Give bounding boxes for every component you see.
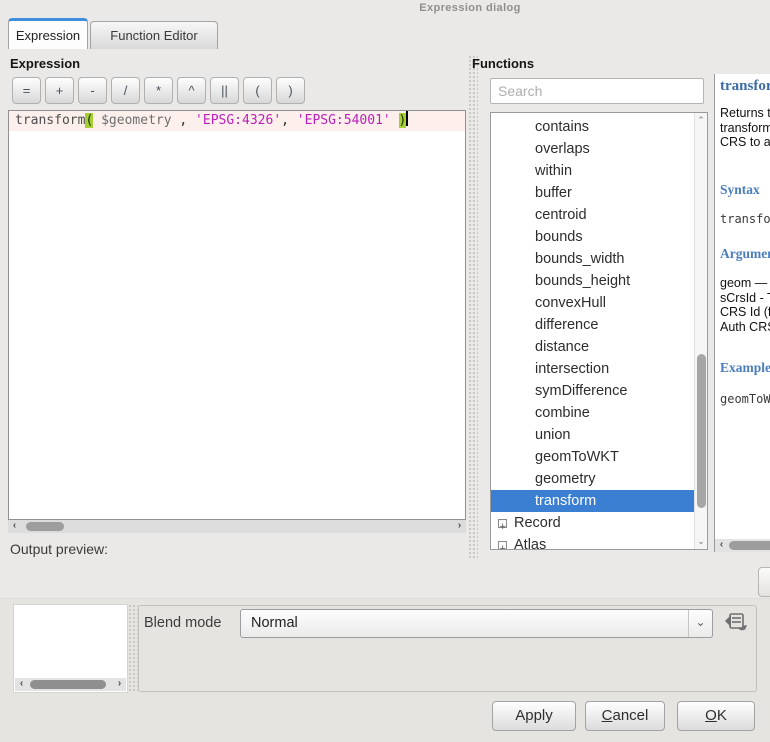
- functions-section-label: Functions: [472, 56, 534, 71]
- operator-button[interactable]: +: [45, 77, 74, 104]
- expression-code-line: transform( $geometry , 'EPSG:4326', 'EPS…: [9, 111, 465, 131]
- cancel-button[interactable]: Cancel: [585, 701, 665, 731]
- ok-button[interactable]: OK: [677, 701, 755, 731]
- function-item[interactable]: buffer: [491, 182, 694, 204]
- help-description-line: Returns the geometry: [720, 106, 770, 121]
- chevron-down-icon: ⌄: [688, 610, 712, 637]
- scroll-thumb[interactable]: [26, 522, 64, 531]
- function-item[interactable]: centroid: [491, 204, 694, 226]
- operator-button[interactable]: /: [111, 77, 140, 104]
- syntax-code: transform( geom, sourceCRS, destCRS ): [720, 212, 770, 226]
- data-defined-override-icon: [722, 610, 749, 636]
- function-item[interactable]: bounds_height: [491, 270, 694, 292]
- dialog-title: Expression dialog: [419, 2, 521, 14]
- code-token: ): [399, 113, 407, 128]
- operator-button[interactable]: ^: [177, 77, 206, 104]
- help-description-line: CRS to a destination CRS: [720, 135, 770, 150]
- function-item[interactable]: transform: [491, 490, 694, 512]
- function-item[interactable]: contains: [491, 116, 694, 138]
- scroll-thumb[interactable]: [729, 541, 770, 550]
- argument-line: CRS Id (for example an: [720, 305, 770, 320]
- scroll-left-icon[interactable]: ‹: [8, 520, 21, 533]
- syntax-heading: Syntax: [720, 182, 760, 198]
- argument-line: geom — a geometry: [720, 276, 770, 291]
- code-token: [93, 113, 101, 128]
- search-input[interactable]: [490, 78, 704, 104]
- code-token: 'EPSG:4326': [195, 113, 281, 128]
- apply-button[interactable]: Apply: [492, 701, 576, 731]
- function-item[interactable]: convexHull: [491, 292, 694, 314]
- scroll-thumb[interactable]: [30, 680, 106, 689]
- blend-mode-label: Blend mode: [144, 615, 221, 631]
- argument-line: sCrsId - The Source: [720, 291, 770, 306]
- function-item[interactable]: union: [491, 424, 694, 446]
- bottom-section: ‹ › Blend mode Normal ⌄ Apply Cancel OK: [0, 598, 770, 742]
- editor-hscrollbar[interactable]: ‹ ›: [8, 520, 466, 533]
- scroll-left-icon[interactable]: ‹: [15, 678, 28, 691]
- help-description-line: transformed from a source: [720, 121, 770, 136]
- argument-line: Auth CRS Id 'EPSG:4326'): [720, 320, 770, 335]
- scroll-left-icon[interactable]: ‹: [715, 539, 728, 552]
- help-title: transform: [720, 78, 770, 95]
- tab-function-editor[interactable]: Function Editor: [90, 21, 218, 49]
- help-hscrollbar[interactable]: ‹: [715, 539, 770, 552]
- bottom-splitter[interactable]: [128, 604, 138, 693]
- function-item[interactable]: symDifference: [491, 380, 694, 402]
- function-item[interactable]: combine: [491, 402, 694, 424]
- function-item[interactable]: bounds: [491, 226, 694, 248]
- function-group[interactable]: Atlas: [491, 534, 694, 550]
- example-code: geomToWKT( transform( $geometry, 'EPSG:2…: [720, 392, 770, 406]
- preview-hscrollbar[interactable]: ‹ ›: [15, 678, 126, 691]
- argument-list: geom — a geometrysCrsId - The SourceCRS …: [720, 276, 770, 334]
- examples-heading: Examples: [720, 360, 770, 376]
- scroll-thumb[interactable]: [697, 354, 706, 508]
- clipped-button[interactable]: [758, 567, 770, 597]
- function-item[interactable]: difference: [491, 314, 694, 336]
- function-item[interactable]: bounds_width: [491, 248, 694, 270]
- function-item[interactable]: overlaps: [491, 138, 694, 160]
- operator-button[interactable]: (: [243, 77, 272, 104]
- scroll-up-icon[interactable]: ⌃: [695, 115, 707, 126]
- vertical-splitter[interactable]: [468, 55, 478, 560]
- arguments-heading: Arguments: [720, 246, 770, 262]
- code-token: 'EPSG:54001': [297, 113, 391, 128]
- data-defined-override-button[interactable]: [722, 610, 749, 636]
- tab-expression[interactable]: Expression: [8, 18, 88, 49]
- text-cursor: [406, 111, 408, 126]
- function-item[interactable]: geometry: [491, 468, 694, 490]
- scroll-down-icon[interactable]: ⌄: [695, 536, 707, 547]
- function-group[interactable]: Record: [491, 512, 694, 534]
- operator-button[interactable]: ): [276, 77, 305, 104]
- expand-plus-icon[interactable]: [498, 541, 507, 550]
- operator-button[interactable]: =: [12, 77, 41, 104]
- operator-button[interactable]: ||: [210, 77, 239, 104]
- expression-editor[interactable]: transform( $geometry , 'EPSG:4326', 'EPS…: [8, 110, 466, 520]
- function-item[interactable]: distance: [491, 336, 694, 358]
- code-token: ,: [172, 113, 195, 128]
- help-panel: transform Returns the geometrytransforme…: [714, 74, 770, 552]
- code-token: transform: [15, 113, 85, 128]
- code-token: ,: [281, 113, 297, 128]
- preview-panel: ‹ ›: [13, 604, 128, 693]
- output-preview-label: Output preview:: [10, 541, 108, 557]
- expression-section-label: Expression: [10, 56, 80, 71]
- scroll-right-icon[interactable]: ›: [113, 678, 126, 691]
- expand-plus-icon[interactable]: [498, 519, 507, 528]
- blend-mode-value: Normal: [251, 615, 298, 631]
- operator-button[interactable]: *: [144, 77, 173, 104]
- function-item[interactable]: geomToWKT: [491, 446, 694, 468]
- function-item[interactable]: intersection: [491, 358, 694, 380]
- code-token: $geometry: [101, 113, 171, 128]
- function-item[interactable]: within: [491, 160, 694, 182]
- operator-button[interactable]: -: [78, 77, 107, 104]
- functions-list: containsoverlapswithinbuffercentroidboun…: [490, 112, 708, 550]
- operator-toolbar: =+-/*^||(): [12, 77, 305, 104]
- code-token: [391, 113, 399, 128]
- blend-mode-select[interactable]: Normal ⌄: [240, 609, 713, 638]
- list-scrollbar[interactable]: ⌃ ⌄: [694, 113, 707, 549]
- help-description: Returns the geometrytransformed from a s…: [720, 106, 770, 150]
- scroll-right-icon[interactable]: ›: [453, 520, 466, 533]
